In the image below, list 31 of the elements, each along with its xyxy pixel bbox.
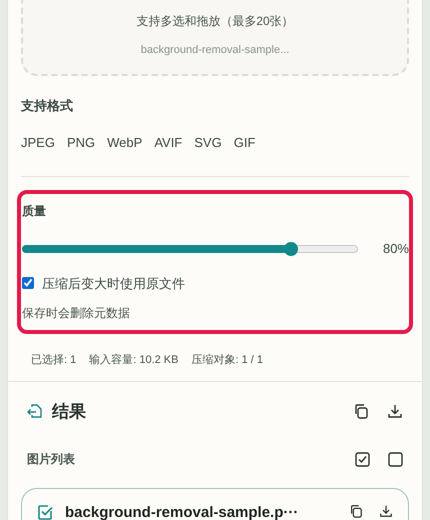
- upload-hint: 支持多选和拖放（最多20张）: [136, 12, 294, 30]
- select-all-icon[interactable]: [355, 452, 370, 466]
- quality-slider[interactable]: [22, 242, 358, 256]
- deselect-icon[interactable]: [388, 452, 403, 466]
- file-card[interactable]: background-removal-sample.p···: [21, 488, 409, 520]
- format-label: AVIF: [154, 134, 182, 152]
- section-title: 质量: [22, 203, 47, 220]
- section-title: 支持格式: [21, 97, 74, 115]
- copy-icon[interactable]: [349, 504, 363, 518]
- stat-text: 压缩对象: 1 / 1: [192, 352, 264, 368]
- stat-text: 已选择: 1: [31, 353, 76, 368]
- drop-zone[interactable]: 支持多选和拖放（最多20张） background-removal-sample...: [21, 0, 409, 76]
- checkbox[interactable]: [22, 277, 34, 290]
- download-icon[interactable]: [379, 504, 393, 518]
- section-title: 结果: [52, 400, 86, 422]
- metadata-note: 保存时会删除元数据: [22, 305, 131, 322]
- stat-text: 输入容量: 10.2 KB: [89, 352, 178, 368]
- format-label: WebP: [107, 134, 142, 152]
- list-title: 图片列表: [27, 451, 75, 468]
- copy-icon[interactable]: [353, 403, 369, 420]
- checkbox[interactable]: [37, 504, 54, 520]
- format-label: GIF: [234, 134, 256, 152]
- download-icon[interactable]: [387, 403, 403, 420]
- format-label: JPEG: [21, 134, 55, 152]
- file-export-icon: [27, 403, 42, 420]
- checkbox-label: 压缩后变大时使用原文件: [42, 274, 185, 292]
- file-name: background-removal-sample.p···: [65, 504, 298, 520]
- quality-value: 80%: [382, 240, 409, 258]
- file-name: background-removal-sample...: [140, 42, 290, 58]
- format-label: PNG: [66, 134, 96, 152]
- format-label: SVG: [194, 134, 222, 152]
